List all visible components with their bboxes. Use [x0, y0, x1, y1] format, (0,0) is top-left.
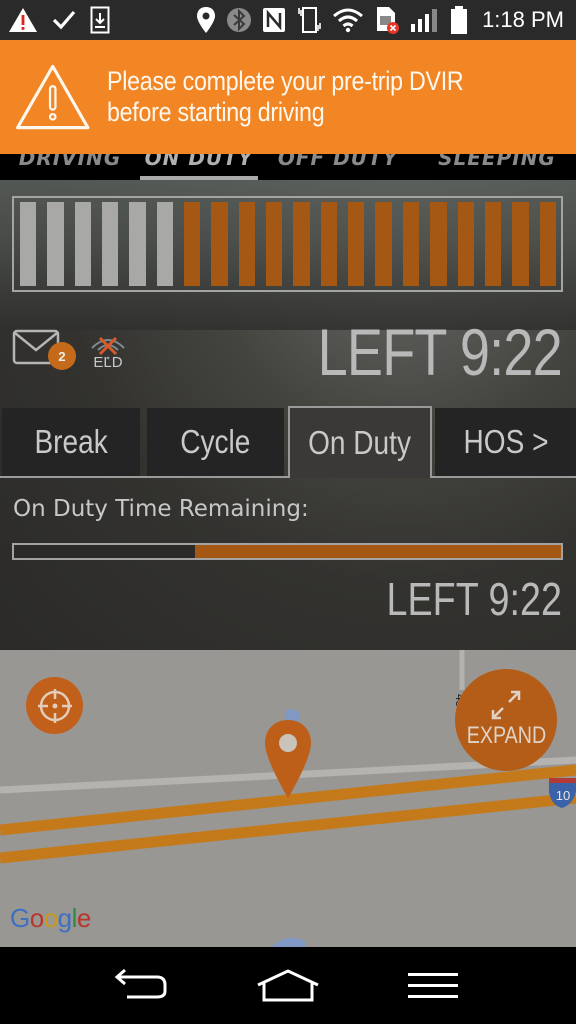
nfc-icon — [262, 7, 286, 33]
hours-segment-used — [20, 202, 37, 286]
hours-segment-used — [102, 202, 119, 286]
hours-segment-remaining — [293, 202, 310, 286]
alert-message: Please complete your pre-trip DVIR befor… — [107, 66, 464, 127]
duty-status-tabs: DRIVING ON DUTY OFF DUTY SLEEPING — [0, 154, 576, 180]
tab-hos[interactable]: HOS > — [435, 408, 576, 476]
duty-tab-off-duty[interactable]: OFF DUTY — [258, 154, 418, 180]
back-icon — [114, 968, 167, 998]
header-time-left: LEFT 9:22 — [317, 315, 563, 389]
warning-triangle-icon — [16, 64, 90, 130]
hours-segment-remaining — [539, 202, 556, 286]
on-duty-time-left: LEFT 9:22 — [386, 573, 562, 625]
duty-tab-on-duty[interactable]: ON DUTY — [140, 154, 258, 180]
on-duty-progress-bar — [12, 543, 563, 560]
hours-segment-used — [156, 202, 174, 286]
unread-messages-badge: 2 — [48, 342, 76, 370]
on-duty-progress-fill — [194, 545, 561, 558]
hours-segment-remaining — [184, 202, 201, 286]
sim-error-icon — [374, 5, 400, 35]
expand-map-button[interactable]: EXPAND — [455, 669, 557, 771]
interstate-road — [0, 792, 576, 864]
svg-text:10: 10 — [556, 788, 570, 803]
tab-cycle[interactable]: Cycle — [147, 408, 284, 476]
battery-icon — [450, 5, 468, 35]
vibrate-icon — [296, 5, 322, 35]
hours-segment-remaining — [430, 202, 447, 286]
hours-segment-used — [129, 202, 146, 286]
home-icon — [257, 968, 319, 1001]
location-pin-icon[interactable] — [265, 720, 311, 798]
menu-button[interactable] — [393, 961, 473, 1011]
home-button[interactable] — [248, 961, 328, 1011]
hours-segment-remaining — [238, 202, 256, 286]
download-icon — [90, 6, 110, 34]
locate-me-button[interactable] — [26, 677, 83, 734]
hours-segment-used — [74, 202, 92, 286]
duty-tab-driving[interactable]: DRIVING — [0, 154, 140, 180]
hours-segment-remaining — [375, 202, 392, 286]
hours-segment-remaining — [348, 202, 365, 286]
expand-arrows-icon — [491, 690, 521, 720]
eld-label: ELD — [93, 354, 123, 371]
on-duty-remaining-label: On Duty Time Remaining: — [13, 496, 309, 522]
clock: 1:18 PM — [482, 7, 564, 32]
warning-icon — [8, 7, 38, 33]
google-attribution: Google — [10, 903, 91, 933]
crosshair-icon — [37, 688, 72, 723]
dvir-alert-banner[interactable]: Please complete your pre-trip DVIR befor… — [0, 40, 576, 154]
wifi-icon — [332, 7, 364, 33]
tab-on-duty[interactable]: On Duty — [288, 406, 432, 478]
status-bar: 1:18 PM — [0, 0, 576, 40]
android-nav-bar — [0, 947, 576, 1024]
hos-dashboard: DRIVING ON DUTY OFF DUTY SLEEPING 2 ELD … — [0, 154, 576, 650]
hours-segment-remaining — [457, 202, 474, 286]
menu-icon — [408, 972, 459, 998]
hours-segment-remaining — [402, 202, 420, 286]
bluetooth-icon — [226, 6, 252, 34]
tab-break[interactable]: Break — [2, 408, 140, 476]
location-icon — [196, 6, 216, 34]
clock-tabs: Break Cycle On Duty HOS > — [0, 406, 576, 478]
hours-segment-remaining — [266, 202, 283, 286]
hours-segment-remaining — [320, 202, 338, 286]
expand-label: EXPAND — [466, 722, 546, 749]
duty-tab-sleeping[interactable]: SLEEPING — [418, 154, 576, 180]
check-icon — [52, 9, 76, 31]
hours-segment-remaining — [211, 202, 228, 286]
hours-segment-used — [47, 202, 64, 286]
back-button[interactable] — [103, 961, 183, 1011]
hours-segment-bar — [12, 196, 563, 292]
hours-segment-remaining — [512, 202, 529, 286]
hours-segment-remaining — [484, 202, 502, 286]
signal-icon — [410, 7, 440, 33]
